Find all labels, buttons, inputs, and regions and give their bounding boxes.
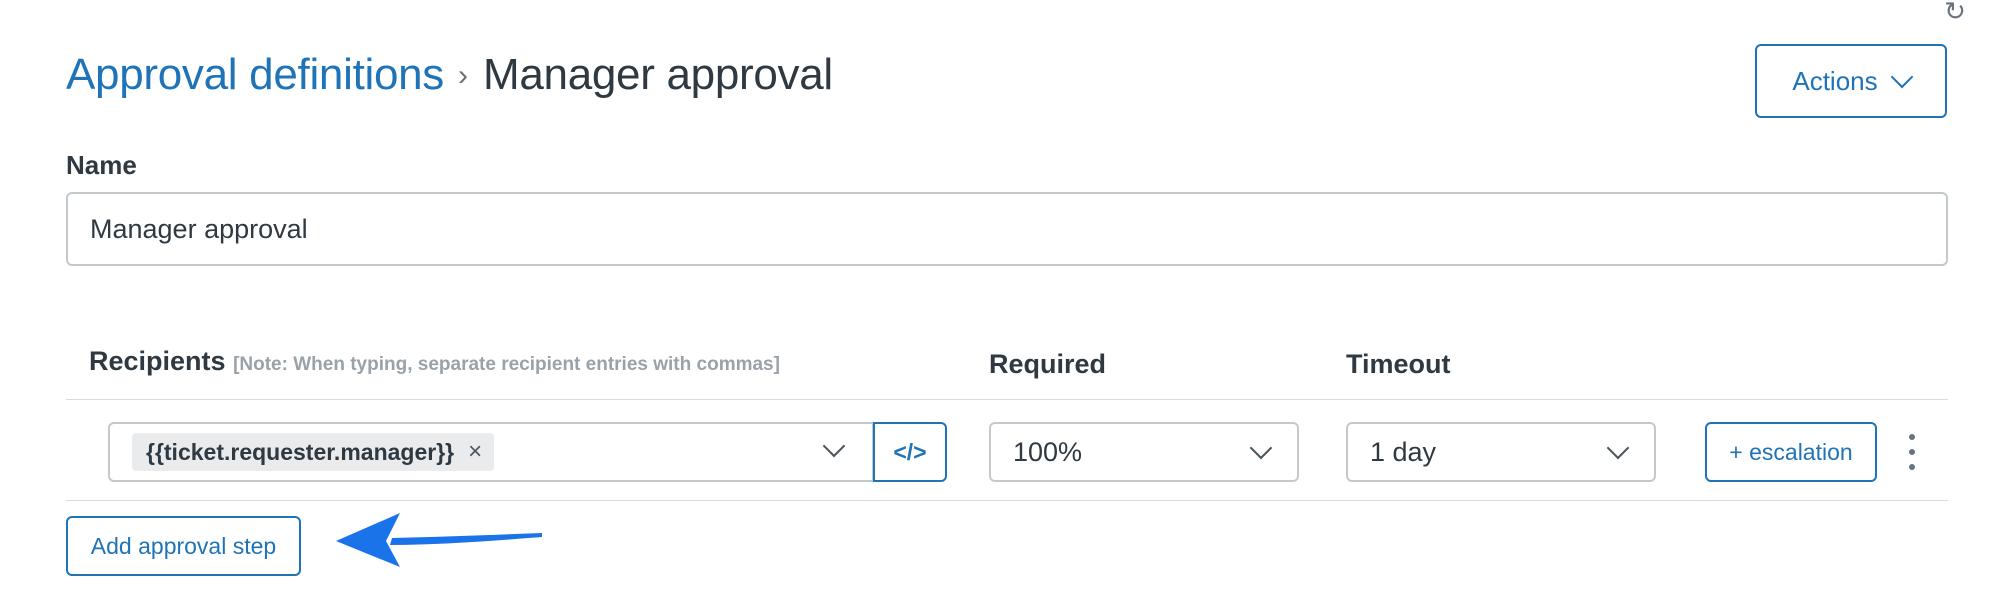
page-title: Manager approval (483, 50, 833, 99)
actions-label: Actions (1792, 65, 1878, 96)
actions-button[interactable]: Actions (1755, 44, 1947, 118)
chevron-down-icon (1249, 436, 1273, 460)
annotation-arrow-icon (336, 513, 542, 567)
remove-tag-icon[interactable]: × (468, 440, 482, 464)
add-escalation-button[interactable]: + escalation (1705, 422, 1877, 482)
name-input[interactable] (66, 192, 1948, 266)
required-header: Required (989, 349, 1107, 379)
table-header-divider (66, 399, 1948, 400)
breadcrumb-separator-icon: › (458, 59, 468, 92)
recipient-tag-label: {{ticket.requester.manager}} (146, 438, 455, 465)
required-select[interactable]: 100% (989, 422, 1299, 482)
required-value: 100% (1013, 436, 1083, 467)
recipients-note: [Note: When typing, separate recipient e… (233, 354, 780, 375)
code-button[interactable]: </> (873, 422, 947, 482)
more-options-icon[interactable] (1902, 434, 1922, 470)
add-approval-step-button[interactable]: Add approval step (66, 516, 301, 576)
table-row-divider (66, 500, 1948, 501)
name-label: Name (66, 150, 137, 180)
breadcrumb-approval-definitions-link[interactable]: Approval definitions (66, 48, 444, 102)
chevron-down-icon (1890, 65, 1913, 89)
timeout-header: Timeout (1346, 349, 1451, 379)
recipient-tag: {{ticket.requester.manager}} × (132, 433, 495, 471)
recipients-header-label: Recipients (89, 346, 226, 376)
chevron-down-icon (1606, 436, 1630, 460)
code-icon: </> (893, 438, 927, 465)
refresh-icon[interactable]: ↻ (1942, 0, 1968, 26)
timeout-value: 1 day (1370, 436, 1437, 467)
timeout-select[interactable]: 1 day (1346, 422, 1656, 482)
recipients-header: Recipients [Note: When typing, separate … (89, 346, 780, 377)
